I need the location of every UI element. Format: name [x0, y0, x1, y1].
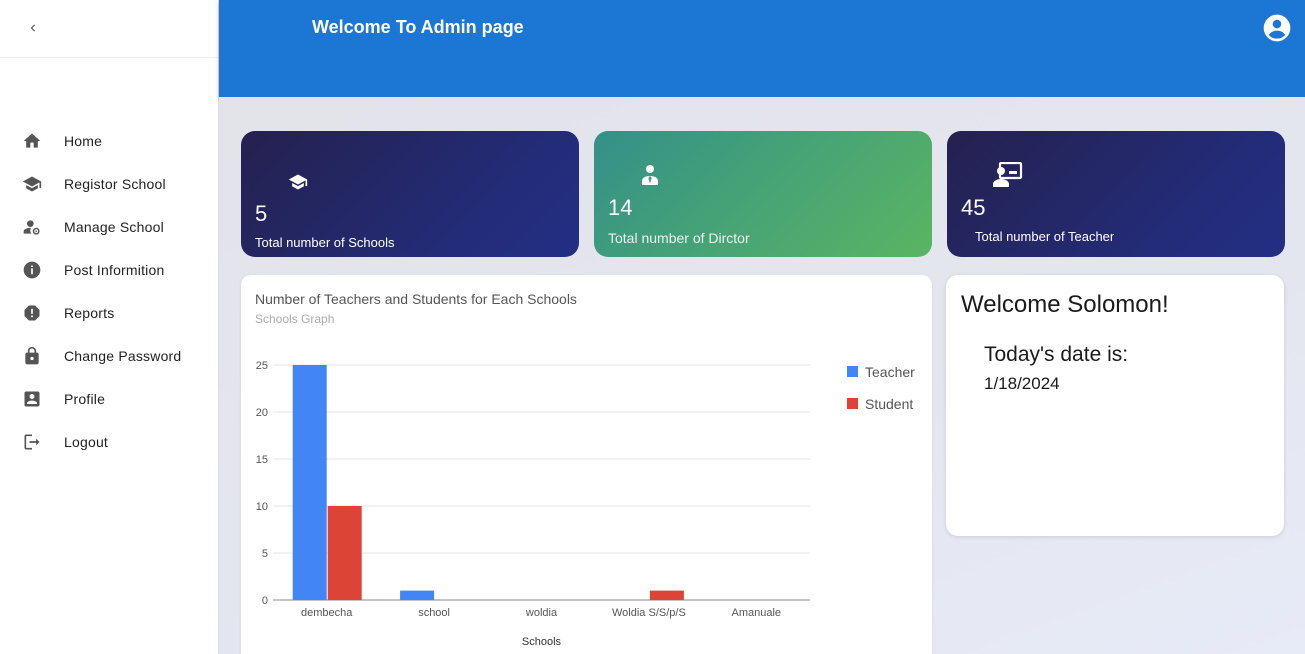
teacher-count: 45 [961, 195, 986, 220]
x-tick-label: woldia [525, 607, 558, 619]
sidebar-item-home[interactable]: Home [0, 119, 218, 162]
x-tick-label: school [418, 607, 450, 619]
director-caption: Total number of Dirctor [608, 230, 750, 246]
y-tick-label: 10 [256, 501, 268, 513]
sidebar-item-label: Logout [64, 433, 109, 450]
y-tick-label: 5 [262, 548, 268, 560]
sidebar-item-registor-school[interactable]: Registor School [0, 162, 218, 205]
stat-card-teacher: 45 Total number of Teacher [947, 131, 1285, 257]
sidebar-item-label: Reports [64, 304, 115, 321]
x-tick-label: Woldia S/S/p/S [612, 607, 686, 619]
co-present-icon [993, 162, 1023, 187]
y-tick-label: 25 [256, 360, 268, 372]
sidebar-item-change-password[interactable]: Change Password [0, 334, 218, 377]
sidebar-item-label: Manage School [64, 218, 164, 235]
schools-count: 5 [255, 201, 268, 226]
bar-teacher [400, 590, 435, 600]
x-tick-label: Amanuale [732, 607, 782, 619]
account-box-icon [22, 389, 42, 409]
chevron-left-icon[interactable] [22, 17, 44, 39]
page-title: Welcome To Admin page [312, 17, 524, 37]
legend-label: Teacher [865, 364, 915, 380]
legend-swatch [847, 366, 858, 377]
director-count: 14 [608, 195, 633, 220]
legend-swatch [847, 398, 858, 409]
bar-chart: 0 5 10 15 20 25 dembecha school woldia Woldia S/S… [256, 360, 915, 648]
school-icon [22, 174, 42, 194]
sidebar-item-label: Profile [64, 390, 106, 407]
stat-card-director: 14 Total number of Dirctor [594, 131, 932, 257]
sidebar-item-reports[interactable]: Reports [0, 291, 218, 334]
stat-card-schools: 5 Total number of Schools [241, 131, 579, 257]
sidebar-item-post-informition[interactable]: Post Informition [0, 248, 218, 291]
date-value: 1/18/2024 [984, 374, 1060, 393]
chart-card: Number of Teachers and Students for Each… [241, 275, 932, 654]
account-circle-icon[interactable] [1261, 12, 1293, 44]
bar-teacher [292, 365, 327, 600]
report-icon [22, 303, 42, 323]
sidebar-nav: Home Registor School Manage School Post … [0, 119, 218, 463]
sidebar-item-profile[interactable]: Profile [0, 377, 218, 420]
sidebar-item-logout[interactable]: Logout [0, 420, 218, 463]
sidebar-item-label: Post Informition [64, 261, 165, 278]
sidebar-item-label: Home [64, 132, 103, 149]
lock-icon [22, 346, 42, 366]
bar-student [649, 590, 684, 600]
sidebar-item-label: Change Password [64, 347, 182, 364]
legend-label: Student [865, 396, 913, 412]
y-tick-label: 0 [262, 595, 268, 607]
x-axis-label: Schools [522, 636, 562, 648]
sidebar: Home Registor School Manage School Post … [0, 0, 219, 654]
sidebar-header [0, 0, 218, 58]
person-tie-icon [638, 163, 662, 187]
y-tick-label: 15 [256, 454, 268, 466]
home-icon [22, 131, 42, 151]
date-label: Today's date is: [984, 343, 1129, 366]
bar-student [327, 506, 362, 600]
teacher-caption: Total number of Teacher [975, 229, 1115, 244]
school-icon [286, 170, 310, 194]
info-icon [22, 260, 42, 280]
app-bar: Welcome To Admin page [219, 0, 1305, 97]
welcome-card: Welcome Solomon! Today's date is: 1/18/2… [946, 275, 1284, 536]
x-tick-label: dembecha [301, 607, 353, 619]
manage-accounts-icon [22, 217, 42, 237]
logout-icon [22, 432, 42, 452]
y-tick-label: 20 [256, 407, 268, 419]
sidebar-item-manage-school[interactable]: Manage School [0, 205, 218, 248]
sidebar-item-label: Registor School [64, 175, 166, 192]
schools-caption: Total number of Schools [255, 235, 395, 250]
welcome-title: Welcome Solomon! [961, 291, 1169, 318]
